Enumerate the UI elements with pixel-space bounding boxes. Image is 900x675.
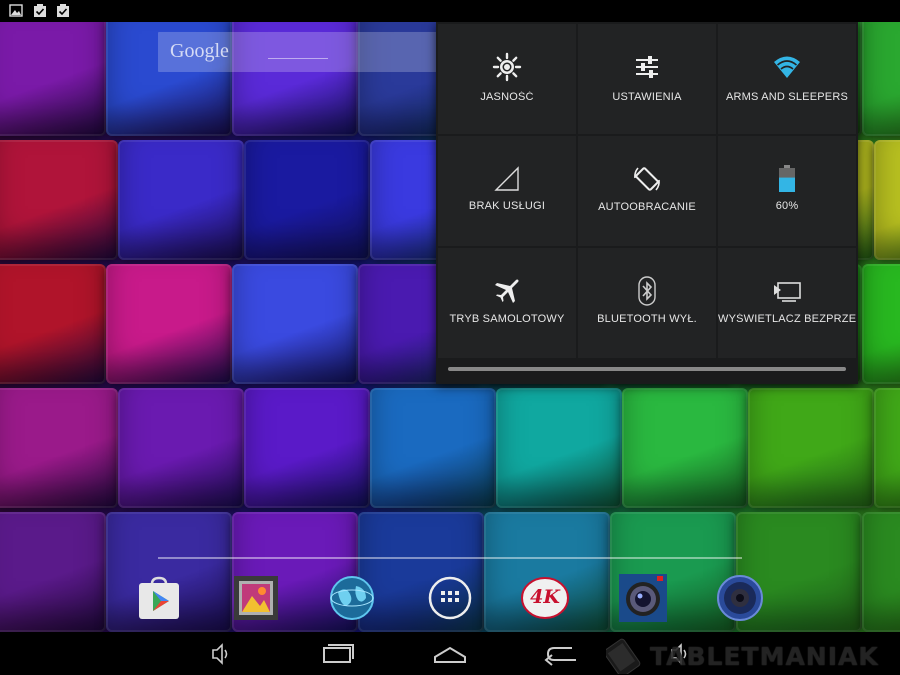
search-underline bbox=[268, 58, 328, 59]
quick-settings-panel: JASNOŚĆ USTAWIENIA ARMS AND SLEEPERS BRA… bbox=[436, 22, 858, 384]
panel-drag-handle[interactable] bbox=[448, 367, 846, 371]
wallpaper-cube bbox=[622, 388, 748, 508]
cast-screen-icon bbox=[774, 282, 801, 302]
home-icon[interactable] bbox=[430, 640, 470, 668]
watermark: TABLETMANIAK bbox=[606, 636, 896, 675]
tile-label: USTAWIENIA bbox=[612, 91, 682, 103]
tile-label: 60% bbox=[775, 200, 799, 212]
wallpaper-cube bbox=[0, 512, 106, 632]
image-notification-icon bbox=[9, 4, 23, 17]
wallpaper-cube bbox=[0, 264, 106, 384]
wifi-icon bbox=[774, 56, 800, 78]
wallpaper-cube bbox=[244, 388, 370, 508]
play-store-icon[interactable] bbox=[135, 574, 183, 622]
back-icon[interactable] bbox=[542, 640, 582, 668]
wallpaper-cube bbox=[118, 140, 244, 260]
wallpaper-cube bbox=[862, 264, 900, 384]
wallpaper-cube bbox=[874, 140, 900, 260]
tile-label: WYŚWIETLACZ BEZPRZE... bbox=[718, 313, 856, 325]
google-search-bar[interactable]: Google bbox=[158, 32, 440, 72]
wallpaper-cube bbox=[106, 264, 232, 384]
settings-sliders-icon bbox=[636, 56, 658, 78]
cell-signal-icon bbox=[494, 166, 519, 191]
tile-battery: 60% bbox=[718, 136, 856, 246]
tile-auto-rotate[interactable]: AUTOOBRACANIE bbox=[578, 136, 716, 246]
volume-down-icon[interactable] bbox=[201, 640, 241, 668]
dock-divider bbox=[158, 557, 742, 559]
4k-label: 4K bbox=[530, 586, 560, 608]
wallpaper-cube bbox=[862, 22, 900, 136]
wallpaper-cube bbox=[0, 388, 118, 508]
clipboard-check-icon bbox=[34, 4, 46, 17]
tile-label: BRAK USŁUGI bbox=[468, 200, 546, 212]
clipboard-check-icon bbox=[57, 4, 69, 17]
speaker-icon[interactable] bbox=[716, 574, 764, 622]
tablet-logo-icon bbox=[606, 638, 641, 674]
wallpaper-cube bbox=[862, 512, 900, 632]
wallpaper-cube bbox=[496, 388, 622, 508]
gallery-icon[interactable] bbox=[232, 574, 280, 622]
wallpaper-cube bbox=[0, 140, 118, 260]
google-logo: Google bbox=[170, 40, 229, 62]
tile-brightness[interactable]: JASNOŚĆ bbox=[438, 24, 576, 134]
tile-label: BLUETOOTH WYŁ. bbox=[597, 313, 697, 325]
wallpaper-cube bbox=[0, 22, 106, 136]
wallpaper-cube bbox=[370, 388, 496, 508]
app-drawer-icon[interactable] bbox=[426, 574, 474, 622]
wallpaper-cube bbox=[244, 140, 370, 260]
brightness-icon bbox=[492, 52, 522, 82]
browser-globe-icon[interactable] bbox=[328, 574, 376, 622]
tile-label: TRYB SAMOLOTOWY bbox=[449, 313, 565, 325]
tile-settings[interactable]: USTAWIENIA bbox=[578, 24, 716, 134]
bluetooth-icon bbox=[638, 276, 656, 306]
wallpaper-cube bbox=[874, 388, 900, 508]
recents-icon[interactable] bbox=[318, 640, 358, 668]
wallpaper-cube bbox=[118, 388, 244, 508]
tile-label: ARMS AND SLEEPERS bbox=[726, 91, 848, 103]
airplane-icon bbox=[495, 279, 519, 303]
tile-cell-signal[interactable]: BRAK USŁUGI bbox=[438, 136, 576, 246]
tile-wireless-display[interactable]: WYŚWIETLACZ BEZPRZE... bbox=[718, 248, 856, 358]
tile-label: AUTOOBRACANIE bbox=[598, 201, 696, 213]
4k-player-icon[interactable]: 4K bbox=[521, 574, 569, 622]
tile-airplane-mode[interactable]: TRYB SAMOLOTOWY bbox=[438, 248, 576, 358]
status-bar bbox=[0, 0, 900, 22]
camera-icon[interactable] bbox=[619, 574, 667, 622]
battery-icon bbox=[779, 165, 795, 192]
tile-label: JASNOŚĆ bbox=[480, 91, 534, 103]
wallpaper-cube bbox=[232, 264, 358, 384]
tile-wifi[interactable]: ARMS AND SLEEPERS bbox=[718, 24, 856, 134]
watermark-text: TABLETMANIAK bbox=[650, 642, 879, 671]
auto-rotate-icon bbox=[634, 167, 660, 191]
wallpaper-cube bbox=[748, 388, 874, 508]
tile-bluetooth[interactable]: BLUETOOTH WYŁ. bbox=[578, 248, 716, 358]
